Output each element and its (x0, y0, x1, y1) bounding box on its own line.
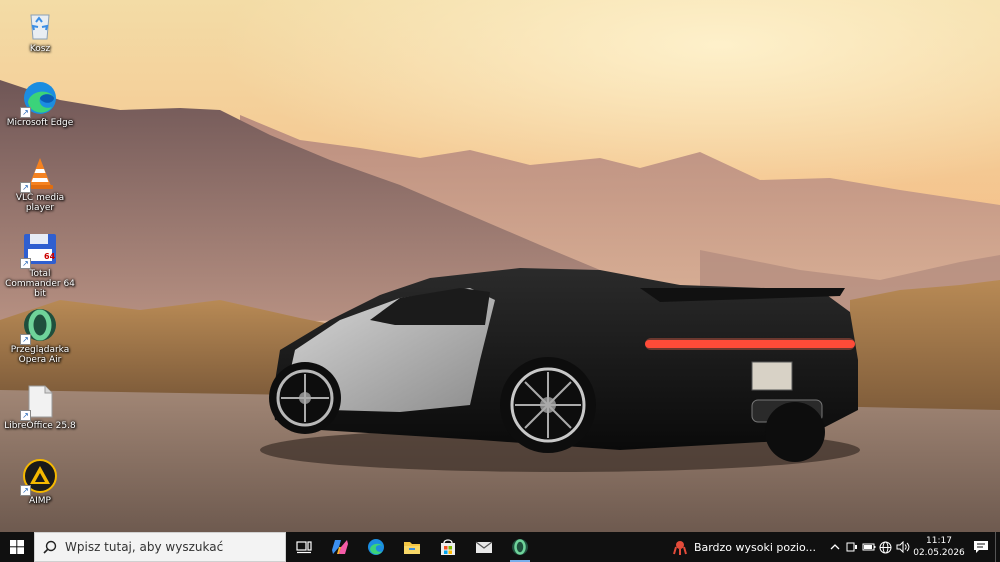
vlc-icon: ↗ (20, 155, 58, 193)
desktop-icon-label: VLC media player (15, 193, 65, 213)
notification-icon (974, 541, 988, 553)
file-explorer-button[interactable] (394, 532, 430, 562)
tray-battery-icon[interactable] (860, 532, 877, 562)
mail-button[interactable] (466, 532, 502, 562)
shortcut-arrow-icon: ↗ (20, 182, 31, 193)
taskbar-edge-button[interactable] (358, 532, 394, 562)
desktop-icon-microsoft-edge[interactable]: ↗ Microsoft Edge (2, 76, 78, 146)
desktop-icon-total-commander[interactable]: 64 ↗ Total Commander 64 bit (2, 227, 78, 299)
action-center-button[interactable] (967, 532, 995, 562)
desktop-icon-label: LibreOffice 25.8 (4, 421, 76, 431)
taskbar: Wpisz tutaj, aby wyszukać Bardzo wysoki … (0, 532, 1000, 562)
clock-time: 11:17 (926, 536, 952, 546)
start-button[interactable] (0, 532, 34, 562)
shortcut-arrow-icon: ↗ (20, 334, 31, 345)
recycle-bin-icon (22, 6, 58, 42)
weather-widget[interactable]: Bardzo wysoki pozio... (666, 532, 826, 562)
speaker-icon (896, 541, 909, 553)
tray-network-icon[interactable] (877, 532, 894, 562)
desktop-icon-vlc[interactable]: ↗ VLC media player (2, 151, 78, 221)
tray-volume-icon[interactable] (894, 532, 911, 562)
desktop-icon-opera-air[interactable]: ↗ Przeglądarka Opera Air (2, 303, 78, 373)
desktop-icon-label: Kosz (29, 44, 51, 54)
desktop-icon-label: Przeglądarka Opera Air (10, 345, 70, 365)
file-explorer-icon (404, 542, 420, 554)
shortcut-arrow-icon: ↗ (20, 485, 31, 496)
desktop-icon-label: AIMP (28, 496, 51, 506)
taskbar-opera-air-button[interactable] (502, 532, 538, 562)
weather-text: Bardzo wysoki pozio... (693, 540, 816, 554)
taskbar-search-box[interactable]: Wpisz tutaj, aby wyszukać (34, 532, 286, 562)
desktop-icon-libreoffice[interactable]: ↗ LibreOffice 25.8 (2, 379, 78, 449)
badge-64: 64 (44, 252, 56, 261)
libreoffice-icon: ↗ (20, 383, 58, 421)
total-commander-icon: 64 ↗ (20, 231, 58, 269)
desktop-icon-recycle-bin[interactable]: Kosz (2, 2, 78, 72)
opera-air-icon (512, 539, 528, 555)
shortcut-arrow-icon: ↗ (20, 410, 31, 421)
microsoft-store-icon (441, 539, 455, 555)
show-desktop-button[interactable] (995, 532, 1000, 562)
edge-icon: ↗ (20, 80, 58, 118)
shortcut-arrow-icon: ↗ (20, 258, 31, 269)
device-icon (846, 542, 857, 552)
copilot-button[interactable] (322, 532, 358, 562)
task-view-icon (296, 541, 312, 554)
mail-icon (475, 541, 493, 553)
globe-icon (879, 541, 892, 553)
uv-warning-icon (672, 541, 687, 555)
task-view-button[interactable] (286, 532, 322, 562)
taskbar-clock[interactable]: 11:17 02.05.2026 (911, 535, 967, 559)
tray-device-icon[interactable] (843, 532, 860, 562)
microsoft-store-button[interactable] (430, 532, 466, 562)
desktop-icon-aimp[interactable]: ↗ AIMP (2, 454, 78, 524)
shortcut-arrow-icon: ↗ (20, 107, 31, 118)
desktop-icon-label: Total Commander 64 bit (5, 269, 75, 299)
copilot-icon (332, 540, 348, 554)
search-placeholder: Wpisz tutaj, aby wyszukać (65, 540, 224, 554)
chevron-up-icon (830, 544, 839, 550)
opera-air-icon: ↗ (20, 307, 58, 345)
show-hidden-icons-chevron[interactable] (826, 532, 843, 562)
clock-date: 02.05.2026 (913, 548, 965, 558)
search-icon (43, 540, 57, 554)
windows-logo-icon (10, 540, 24, 554)
edge-icon (368, 539, 384, 555)
desktop-wallpaper (0, 0, 1000, 532)
aimp-icon: ↗ (20, 458, 58, 496)
battery-icon (862, 543, 875, 551)
desktop-icon-label: Microsoft Edge (6, 118, 74, 128)
